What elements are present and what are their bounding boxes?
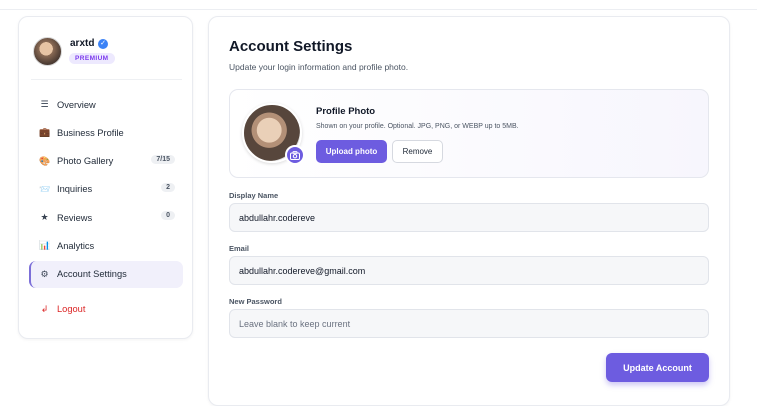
sidebar-profile: arxtd ✓ PREMIUM xyxy=(33,37,183,73)
sidebar-item-photo-gallery[interactable]: 🎨 Photo Gallery 7/15 xyxy=(29,148,183,175)
sidebar-item-account-settings[interactable]: ⚙ Account Settings xyxy=(29,260,183,288)
premium-badge: PREMIUM xyxy=(69,53,115,64)
list-icon: ☰ xyxy=(40,99,49,109)
remove-photo-button[interactable]: Remove xyxy=(392,140,443,163)
upload-photo-button[interactable]: Upload photo xyxy=(316,140,387,163)
username: arxtd xyxy=(70,38,95,49)
new-password-label: New Password xyxy=(229,297,282,306)
chart-icon: 📊 xyxy=(39,240,51,251)
sidebar: arxtd ✓ PREMIUM ☰ Overview 💼 Business Pr… xyxy=(18,16,193,339)
sidebar-item-label: Overview xyxy=(57,99,96,110)
sidebar-item-label: Reviews xyxy=(57,212,93,223)
logout-icon: ↲ xyxy=(40,303,49,314)
sidebar-item-inquiries[interactable]: 📨 Inquiries 2 xyxy=(29,176,183,203)
sidebar-item-analytics[interactable]: 📊 Analytics xyxy=(29,232,183,259)
sidebar-item-label: Business Profile xyxy=(57,127,124,138)
sidebar-item-label: Account Settings xyxy=(57,269,127,280)
profile-photo-hint: Shown on your profile. Optional. JPG, PN… xyxy=(316,123,519,130)
sidebar-item-label: Logout xyxy=(57,304,86,315)
profile-photo-panel: Profile Photo Shown on your profile. Opt… xyxy=(229,89,709,178)
sidebar-item-overview[interactable]: ☰ Overview xyxy=(29,91,183,118)
sidebar-item-business-profile[interactable]: 💼 Business Profile xyxy=(29,119,183,146)
profile-photo-heading: Profile Photo xyxy=(316,106,376,117)
sidebar-divider xyxy=(31,79,182,80)
page-title: Account Settings xyxy=(229,38,353,55)
count-badge: 7/15 xyxy=(151,154,175,164)
email-label: Email xyxy=(229,244,250,253)
display-name-input[interactable] xyxy=(229,203,709,232)
camera-icon[interactable] xyxy=(285,145,305,165)
avatar xyxy=(33,37,62,66)
gallery-icon: 🎨 xyxy=(39,155,51,166)
sidebar-item-label: Photo Gallery xyxy=(57,156,114,167)
briefcase-icon: 💼 xyxy=(39,127,51,138)
sidebar-item-label: Inquiries xyxy=(57,184,93,195)
email-field[interactable] xyxy=(229,256,709,285)
count-badge: 2 xyxy=(161,182,175,192)
count-badge: 0 xyxy=(161,211,175,221)
page-subtitle: Update your login information and profil… xyxy=(229,62,409,72)
inbox-icon: 📨 xyxy=(39,183,51,194)
new-password-input[interactable] xyxy=(229,309,709,338)
sidebar-item-label: Analytics xyxy=(57,240,95,251)
update-account-button[interactable]: Update Account xyxy=(606,353,709,382)
account-settings-card: Account Settings Update your login infor… xyxy=(208,16,730,406)
display-name-label: Display Name xyxy=(229,191,279,200)
sidebar-item-logout[interactable]: ↲ Logout xyxy=(29,296,183,323)
sidebar-item-reviews[interactable]: ★ Reviews 0 xyxy=(29,204,183,231)
verified-check-icon: ✓ xyxy=(98,39,108,49)
star-icon: ★ xyxy=(40,212,49,223)
top-divider xyxy=(0,9,757,10)
gear-icon: ⚙ xyxy=(40,268,49,279)
sidebar-nav: ☰ Overview 💼 Business Profile 🎨 Photo Ga… xyxy=(29,91,183,324)
